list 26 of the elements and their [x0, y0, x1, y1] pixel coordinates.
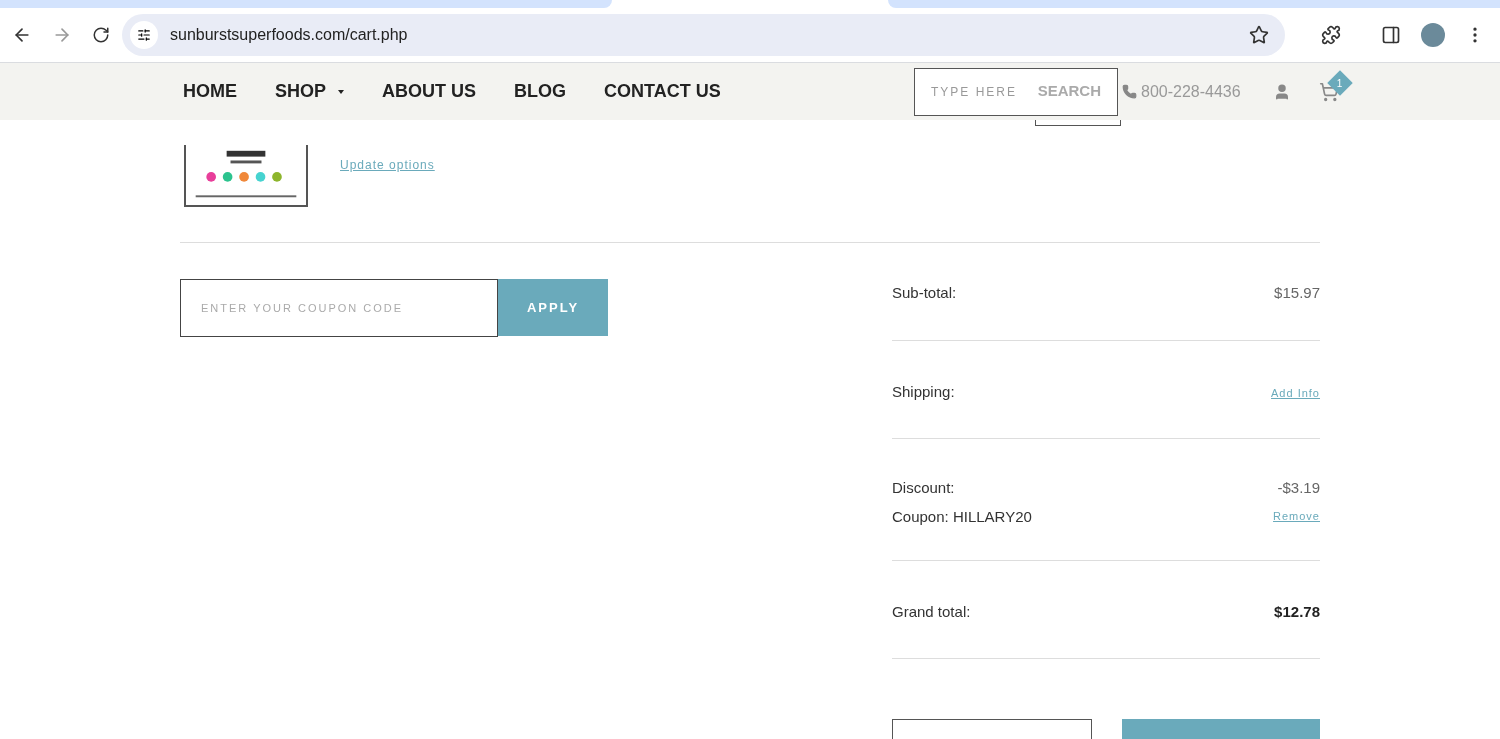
reload-icon[interactable]: [92, 26, 110, 44]
coupon-label: Coupon: HILLARY20: [892, 506, 1032, 527]
cart-count-badge: 1: [1326, 69, 1353, 96]
extensions-icon[interactable]: [1321, 25, 1341, 45]
total-label: Sub-total:: [892, 283, 957, 303]
total-label: Shipping:: [892, 382, 955, 402]
nav-link[interactable]: CONTACT US: [604, 78, 721, 105]
total-value: $12.78: [1274, 602, 1320, 622]
nav-link[interactable]: ABOUT US: [382, 78, 476, 105]
phone-icon: [1122, 84, 1137, 99]
nav-link[interactable]: HOME: [183, 78, 237, 105]
coupon-code-field[interactable]: ENTER YOUR COUPON CODE: [180, 279, 498, 337]
total-value: -$3.19: [1277, 478, 1320, 498]
bookmark-star-icon[interactable]: [1249, 25, 1269, 45]
nav-link[interactable]: SHOP: [275, 78, 344, 105]
total-label: Discount:: [892, 478, 956, 498]
total-label: Grand total:: [892, 602, 971, 622]
address-bar[interactable]: sunburstsuperfoods.com/cart.php: [122, 14, 1285, 56]
url-text: sunburstsuperfoods.com/cart.php: [170, 25, 409, 45]
total-value: $15.97: [1274, 283, 1320, 303]
phone-number: 800-228-4436: [1141, 81, 1241, 102]
search-input[interactable]: TYPE HERE: [931, 82, 1021, 101]
nav-link[interactable]: BLOG: [514, 78, 566, 105]
profile-avatar[interactable]: [1421, 23, 1445, 47]
site-settings-icon[interactable]: [137, 28, 151, 42]
side-panel-icon[interactable]: [1381, 25, 1401, 45]
